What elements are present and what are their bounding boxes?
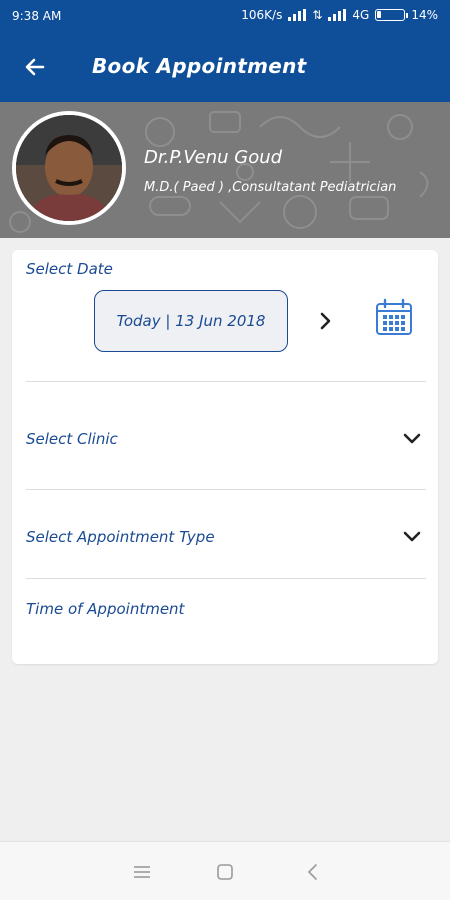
select-date-label: Select Date	[26, 260, 113, 278]
select-clinic-dropdown[interactable]: Select Clinic	[12, 408, 438, 468]
app-bar: Book Appointment	[0, 32, 450, 102]
time-of-appointment-label: Time of Appointment	[26, 600, 185, 618]
date-picker-field[interactable]: Today | 13 Jun 2018	[94, 290, 288, 352]
status-time: 9:38 AM	[12, 9, 62, 23]
battery-fill	[377, 11, 382, 18]
triangle-back-icon	[308, 864, 317, 880]
data-transfer-icon: ⇅	[312, 8, 323, 22]
net-speed: 106K/s	[241, 8, 283, 22]
doctor-qualification: M.D.( Paed ) ,Consultatant Pediatrician	[144, 180, 397, 195]
select-clinic-label: Select Clinic	[26, 430, 118, 448]
back-button[interactable]	[18, 50, 52, 84]
menu-button[interactable]	[128, 858, 156, 886]
square-home-icon	[217, 864, 233, 880]
select-appointment-type-dropdown[interactable]: Select Appointment Type	[12, 506, 438, 566]
battery-percent: 14%	[411, 8, 438, 22]
divider	[26, 578, 426, 579]
chevron-right-icon	[320, 312, 331, 330]
battery-icon	[375, 9, 409, 21]
doctor-photo	[16, 115, 122, 221]
divider	[26, 489, 426, 490]
arrow-left-icon	[25, 58, 45, 76]
next-date-button[interactable]	[310, 306, 340, 336]
page-title: Book Appointment	[92, 54, 307, 78]
menu-icon	[134, 866, 150, 878]
chevron-down-icon	[400, 426, 424, 450]
doctor-name: Dr.P.Venu Goud	[144, 147, 283, 168]
system-back-button[interactable]	[299, 858, 327, 886]
system-nav-bar	[0, 841, 450, 900]
doctor-avatar	[12, 111, 126, 225]
divider	[26, 381, 426, 382]
appointment-form-card: Select Date Today | 13 Jun 2018 Select C…	[12, 250, 438, 664]
home-button[interactable]	[211, 858, 239, 886]
chevron-down-icon	[400, 524, 424, 548]
select-appointment-type-label: Select Appointment Type	[26, 528, 215, 546]
signal-icon	[288, 9, 307, 21]
status-bar: 9:38 AM 106K/s ⇅ 4G 14%	[0, 0, 450, 32]
network-type: 4G	[352, 8, 370, 22]
signal-icon-2	[328, 9, 347, 21]
calendar-icon	[376, 298, 412, 335]
calendar-button[interactable]	[372, 296, 416, 340]
doctor-banner: Dr.P.Venu Goud M.D.( Paed ) ,Consultatan…	[0, 102, 450, 238]
status-indicators: 106K/s ⇅ 4G 14%	[241, 8, 438, 22]
